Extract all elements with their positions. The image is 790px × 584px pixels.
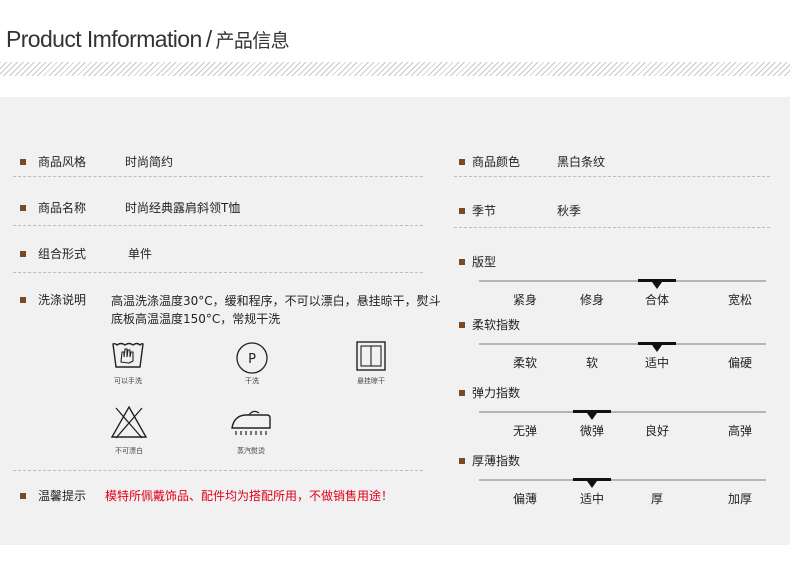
hand-wash-caption: 可以手洗 <box>114 377 142 385</box>
steam-iron-caption: 蒸汽熨烫 <box>237 447 265 455</box>
bullet-icon <box>459 390 465 396</box>
scale-option: 高弹 <box>727 424 752 438</box>
scale-pointer-icon <box>652 282 662 289</box>
bullet-icon <box>459 259 465 265</box>
hang-dry-caption: 悬挂晾干 <box>357 377 385 385</box>
hand-wash-icon <box>112 342 144 368</box>
tip-value: 模特所佩戴饰品、配件均为搭配所用，不做销售用途！ <box>105 489 394 503</box>
scale-track <box>479 343 766 345</box>
color-label: 商品颜色 <box>472 155 521 169</box>
scale-label: 弹力指数 <box>472 386 521 400</box>
scale-option: 偏硬 <box>727 356 752 370</box>
bullet-icon <box>20 493 26 499</box>
bullet-icon <box>459 458 465 464</box>
bullet-icon <box>459 208 465 214</box>
scale-option: 适中 <box>579 492 604 506</box>
combo-value: 单件 <box>128 247 153 261</box>
scale-option: 适中 <box>644 356 669 370</box>
page-title: Product Imformation / 产品信息 <box>6 26 290 53</box>
scale-track <box>479 411 766 413</box>
scale-option: 柔软 <box>512 356 537 370</box>
scale-option: 加厚 <box>727 492 752 506</box>
scale-option: 无弹 <box>512 424 537 438</box>
scale-option: 修身 <box>579 293 604 307</box>
scale-option: 微弹 <box>579 424 604 438</box>
row-divider <box>13 470 423 471</box>
page-title-cn: 产品信息 <box>215 31 290 52</box>
scale-option: 合体 <box>644 293 669 307</box>
scale-pointer-icon <box>587 413 597 420</box>
wash-value: 高温洗涤温度30°C，缓和程序，不可以漂白，悬挂晾干，熨斗底板高温温度150°C… <box>111 294 441 326</box>
scale-pointer-icon <box>652 345 662 352</box>
row-divider <box>13 272 423 273</box>
dry-clean-caption: 干洗 <box>245 377 259 385</box>
scale-option: 厚 <box>650 492 663 506</box>
name-value: 时尚经典露肩斜领T恤 <box>125 201 241 215</box>
row-divider <box>13 225 423 226</box>
combo-label: 组合形式 <box>38 247 87 261</box>
season-label: 季节 <box>472 204 497 218</box>
no-bleach-caption: 不可漂白 <box>115 447 143 455</box>
scale-option: 宽松 <box>727 293 752 307</box>
color-value: 黑白条纹 <box>557 155 606 169</box>
style-value: 时尚简约 <box>125 155 174 169</box>
scale-pointer-icon <box>587 481 597 488</box>
hang-dry-icon <box>356 341 386 371</box>
bullet-icon <box>20 297 26 303</box>
scale-option: 紧身 <box>512 293 537 307</box>
bullet-icon <box>20 205 26 211</box>
season-value: 秋季 <box>557 204 582 218</box>
scale-track <box>479 280 766 282</box>
tip-label: 温馨提示 <box>38 489 87 503</box>
row-divider <box>454 227 770 228</box>
hatch-divider <box>0 62 790 76</box>
wash-label: 洗涤说明 <box>38 293 87 307</box>
bullet-icon <box>459 322 465 328</box>
row-divider <box>454 176 770 177</box>
bullet-icon <box>459 159 465 165</box>
scale-option: 偏薄 <box>512 492 537 506</box>
scale-label: 版型 <box>472 255 497 269</box>
svg-text:P: P <box>248 352 256 367</box>
bullet-icon <box>20 251 26 257</box>
dry-clean-icon: P <box>236 342 268 374</box>
no-bleach-icon <box>110 405 148 439</box>
scale-label: 柔软指数 <box>472 318 521 332</box>
page-title-en: Product Imformation <box>6 26 202 52</box>
scale-option: 软 <box>585 356 598 370</box>
scale-option: 良好 <box>644 424 669 438</box>
style-label: 商品风格 <box>38 155 87 169</box>
name-label: 商品名称 <box>38 201 87 215</box>
scale-label: 厚薄指数 <box>472 454 521 468</box>
bullet-icon <box>20 159 26 165</box>
steam-iron-icon <box>231 410 271 435</box>
title-separator: / <box>205 26 212 52</box>
row-divider <box>13 176 423 177</box>
scale-track <box>479 479 766 481</box>
